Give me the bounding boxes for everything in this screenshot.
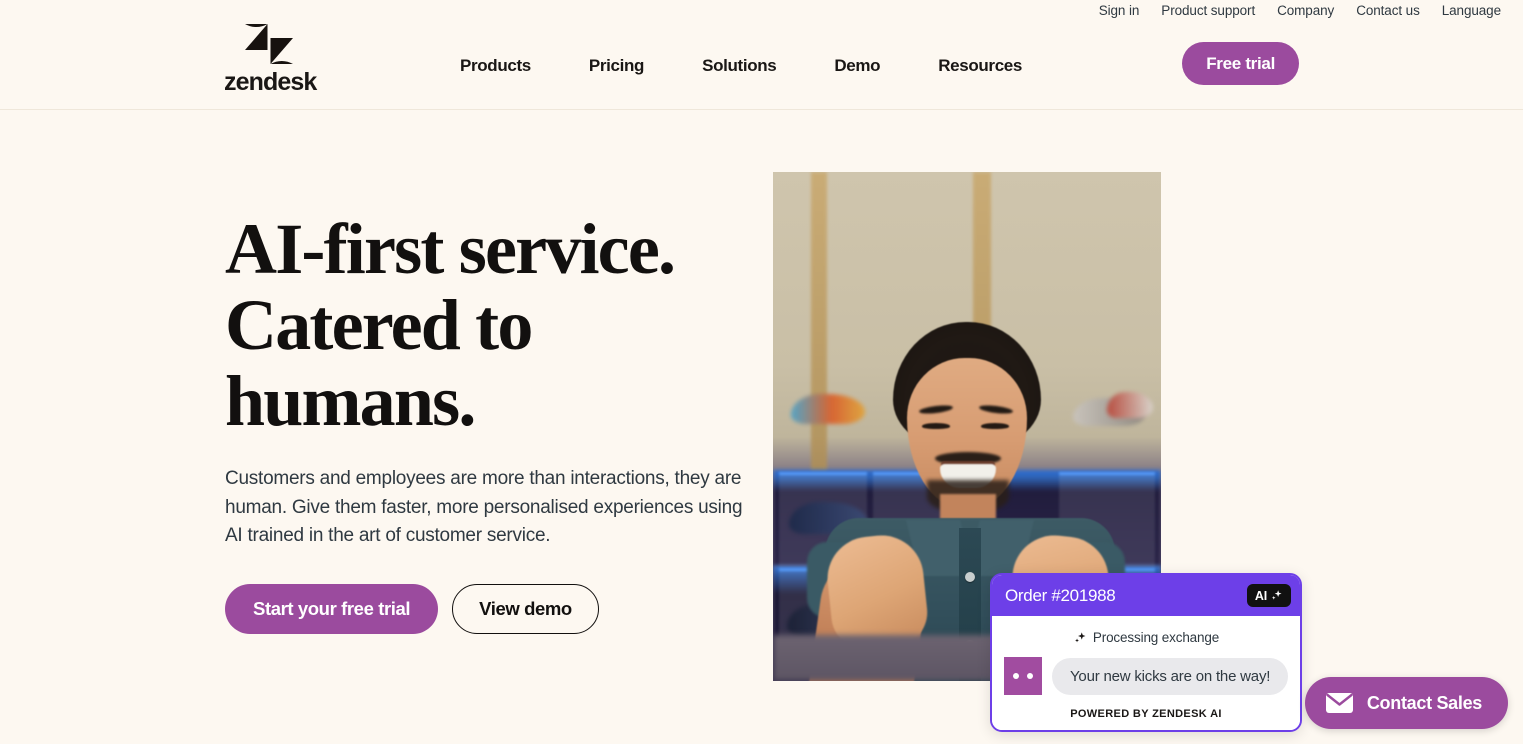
start-free-trial-button[interactable]: Start your free trial: [225, 583, 439, 634]
zendesk-z-logo-icon: [245, 24, 293, 64]
utility-link-company[interactable]: Company: [1277, 4, 1334, 18]
chat-status: Processing exchange: [1004, 630, 1288, 645]
utility-link-product-support[interactable]: Product support: [1161, 4, 1255, 18]
chat-message-row: Your new kicks are on the way!: [1004, 657, 1289, 695]
chat-powered-by: POWERED BY ZENDESK AI: [1070, 708, 1222, 720]
hero-title: AI-first service. Catered to humans.: [225, 209, 676, 441]
hero-actions: Start your free trial View demo: [225, 583, 765, 634]
chat-message-bubble: Your new kicks are on the way!: [1052, 657, 1289, 695]
zendesk-logo-link[interactable]: zendesk: [224, 20, 317, 96]
sparkle-icon: [1074, 631, 1086, 642]
envelope-icon: [1325, 693, 1353, 713]
utility-link-language[interactable]: Language: [1442, 4, 1501, 18]
utility-link-contact-us[interactable]: Contact us: [1356, 4, 1420, 18]
chat-card-body: Processing exchange Your new kicks are o…: [992, 616, 1300, 730]
nav-item-pricing[interactable]: Pricing: [589, 50, 645, 82]
chat-status-text: Processing exchange: [1092, 630, 1220, 645]
ai-chat-card: Order #201988 AI Processing exchange You…: [990, 573, 1302, 732]
nav-item-products[interactable]: Products: [460, 50, 531, 82]
nav-item-solutions[interactable]: Solutions: [702, 50, 777, 82]
nav-item-demo[interactable]: Demo: [834, 50, 880, 82]
hero-subtitle: Customers and employees are more than in…: [225, 468, 743, 546]
view-demo-button[interactable]: View demo: [452, 583, 599, 634]
hero-copy: AI-first service. Catered to humans. Cus…: [225, 211, 765, 634]
ai-badge-label: AI: [1254, 588, 1267, 603]
bot-avatar-icon: [1004, 657, 1042, 695]
contact-sales-button[interactable]: Contact Sales: [1304, 677, 1508, 729]
contact-sales-label: Contact Sales: [1366, 692, 1482, 713]
ai-badge[interactable]: AI: [1246, 584, 1291, 607]
main-nav: Products Pricing Solutions Demo Resource…: [460, 50, 1022, 82]
chat-card-header: Order #201988 AI: [992, 575, 1300, 616]
nav-item-resources[interactable]: Resources: [938, 50, 1022, 82]
sparkle-icon: [1271, 590, 1282, 600]
hero-section: AI-first service. Catered to humans. Cus…: [0, 111, 1523, 744]
chat-order-title: Order #201988: [1005, 585, 1116, 605]
utility-nav: Sign in Product support Company Contact …: [1099, 0, 1501, 22]
zendesk-wordmark: zendesk: [224, 68, 317, 96]
utility-link-sign-in[interactable]: Sign in: [1099, 4, 1140, 18]
free-trial-button[interactable]: Free trial: [1182, 42, 1299, 85]
